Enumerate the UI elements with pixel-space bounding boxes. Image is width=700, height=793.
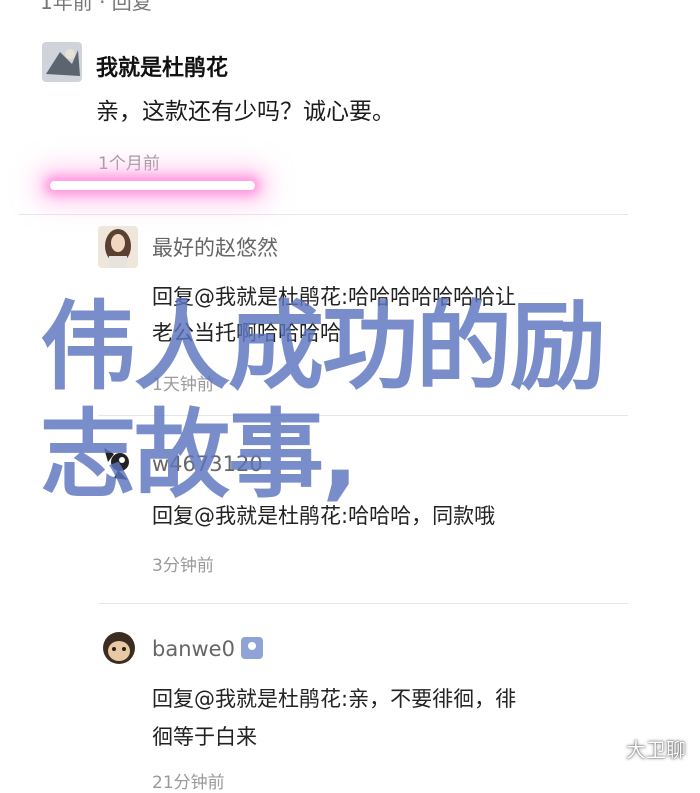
overlay-title: 伟人成功的励志故事, [40, 291, 606, 511]
avatar[interactable] [42, 42, 82, 82]
avatar[interactable] [98, 626, 140, 670]
divider [98, 603, 628, 604]
divider [18, 214, 628, 215]
reply-username-text[interactable]: banwe0 [152, 637, 235, 661]
reply-text: 回复@我就是杜鹃花:亲，不要徘徊，徘 [152, 687, 517, 711]
avatar[interactable] [98, 226, 138, 268]
verified-badge-icon [240, 637, 263, 659]
comment-text: 亲，这款还有少吗？诚心要。 [96, 99, 395, 125]
comment-time: 1个月前 [98, 154, 160, 174]
reply-time: 21分钟前 [152, 773, 225, 793]
reply-text: 徊等于白来 [152, 725, 257, 749]
watermark: 大卫聊 [626, 738, 686, 762]
previous-comment-meta: 1年前 · 回复 [40, 0, 152, 14]
reply-time: 3分钟前 [152, 556, 214, 576]
reply-username[interactable]: banwe0 [152, 637, 263, 661]
highlight-glow [50, 181, 255, 190]
comment-username[interactable]: 我就是杜鹃花 [96, 50, 228, 82]
reply-username[interactable]: 最好的赵悠然 [152, 232, 278, 262]
